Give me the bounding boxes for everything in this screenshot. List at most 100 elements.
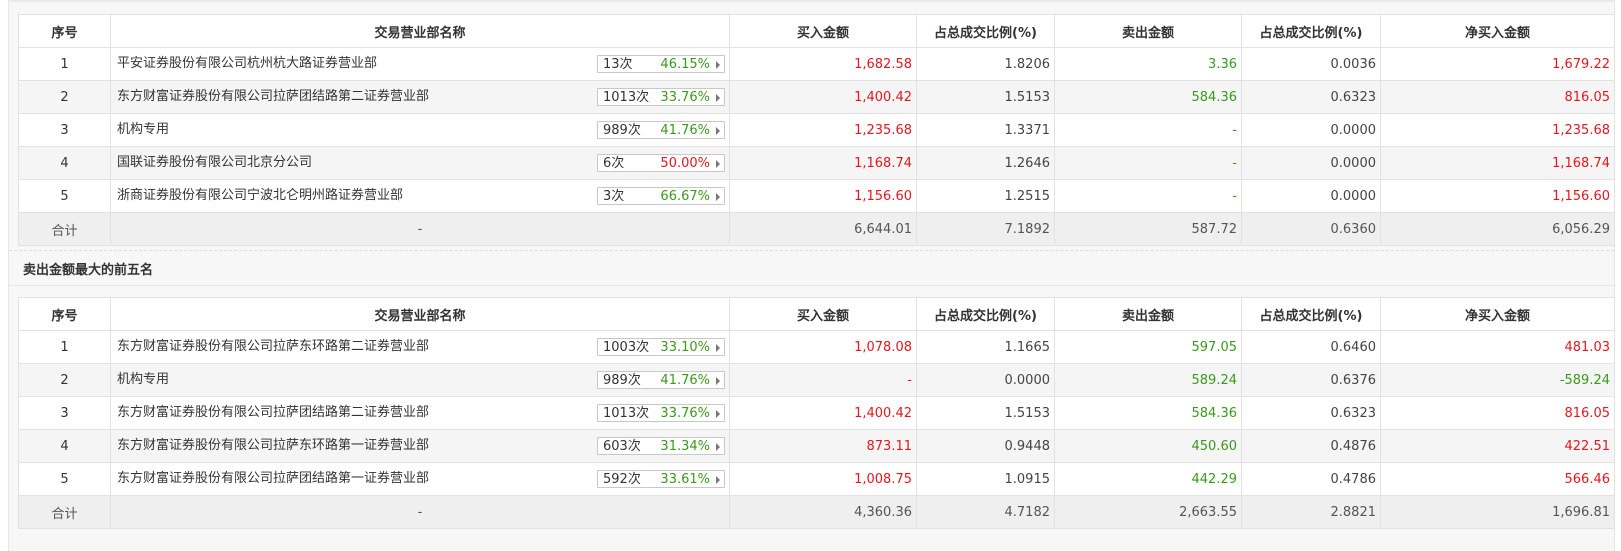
col-net-buy: 净买入金额 — [1380, 14, 1615, 48]
total-row: 合计 -4,360.36 4.7182 2,663.55 2.8821 1,696.81 — [18, 495, 1615, 529]
table-row: 3 机构专用 989次 41.76% 1,235.68 1.3371-0.0000 1,23… — [18, 113, 1615, 147]
table-row: 4 国联证券股份有限公司北京分公司 6次 50.00% 1,168.74 1.2646-0… — [18, 146, 1615, 180]
sell-amount: 584.36 — [1054, 396, 1242, 430]
net-buy-amount: 1,156.60 — [1380, 179, 1615, 213]
listing-times: 592次 — [603, 472, 641, 487]
table-row: 1 平安证券股份有限公司杭州杭大路证券营业部 13次 46.15% 1,682.58 1.… — [18, 47, 1615, 81]
win-rate: 50.00% — [660, 156, 710, 171]
win-rate: 33.10% — [660, 340, 710, 355]
branch-cell: 平安证券股份有限公司杭州杭大路证券营业部 13次 46.15% — [110, 47, 730, 81]
total-buy: 6,644.01 — [729, 212, 917, 246]
listing-times: 1003次 — [603, 340, 650, 355]
col-sell-amount: 卖出金额 — [1054, 297, 1242, 331]
branch-name[interactable]: 东方财富证券股份有限公司拉萨东环路第一证券营业部 — [117, 431, 429, 462]
net-buy-amount: 1,168.74 — [1380, 146, 1615, 180]
sell-amount: - — [1054, 179, 1242, 213]
history-badge[interactable]: 603次 31.34% — [597, 437, 725, 455]
row-index: 4 — [18, 146, 111, 180]
table-row: 1 东方财富证券股份有限公司拉萨东环路第二证券营业部 1003次 33.10% 1,07… — [18, 330, 1615, 364]
listing-times: 1013次 — [603, 90, 650, 105]
branch-cell: 东方财富证券股份有限公司拉萨团结路第二证券营业部 1013次 33.76% — [110, 80, 730, 114]
branch-cell: 机构专用 989次 41.76% — [110, 113, 730, 147]
sell-top-table: 序号 交易营业部名称 买入金额 占总成交比例(%) 卖出金额 占总成交比例(%)… — [18, 297, 1615, 529]
listing-times: 989次 — [603, 123, 641, 138]
branch-cell: 东方财富证券股份有限公司拉萨团结路第二证券营业部 1013次 33.76% — [110, 396, 730, 430]
branch-name[interactable]: 国联证券股份有限公司北京分公司 — [117, 148, 312, 179]
table-row: 5 东方财富证券股份有限公司拉萨团结路第一证券营业部 592次 33.61% 1,008… — [18, 462, 1615, 496]
buy-ratio: 1.2646 — [916, 146, 1055, 180]
sell-amount: 597.05 — [1054, 330, 1242, 364]
branch-name[interactable]: 东方财富证券股份有限公司拉萨团结路第二证券营业部 — [117, 398, 429, 429]
row-index: 3 — [18, 113, 111, 147]
total-buy-ratio: 7.1892 — [916, 212, 1055, 246]
sell-ratio: 0.6323 — [1241, 396, 1381, 430]
listing-times: 1013次 — [603, 406, 650, 421]
history-badge[interactable]: 592次 33.61% — [597, 470, 725, 488]
listing-times: 3次 — [603, 189, 625, 204]
branch-name[interactable]: 机构专用 — [117, 115, 169, 146]
win-rate: 41.76% — [660, 123, 710, 138]
history-badge[interactable]: 6次 50.00% — [597, 154, 725, 172]
history-badge[interactable]: 1013次 33.76% — [597, 88, 725, 106]
buy-ratio: 1.3371 — [916, 113, 1055, 147]
branch-name[interactable]: 东方财富证券股份有限公司拉萨团结路第一证券营业部 — [117, 464, 429, 495]
history-badge[interactable]: 989次 41.76% — [597, 121, 725, 139]
section-divider-bottom — [9, 285, 1614, 286]
listing-times: 603次 — [603, 439, 641, 454]
buy-amount: 1,008.75 — [729, 462, 917, 496]
col-sell-amount: 卖出金额 — [1054, 14, 1242, 48]
total-name: - — [110, 212, 730, 246]
sell-amount: 442.29 — [1054, 462, 1242, 496]
listing-times: 6次 — [603, 156, 625, 171]
net-buy-amount: 816.05 — [1380, 396, 1615, 430]
caret-right-icon — [716, 94, 720, 102]
net-buy-amount: 1,235.68 — [1380, 113, 1615, 147]
total-label: 合计 — [18, 212, 111, 246]
win-rate: 41.76% — [660, 373, 710, 388]
sell-ratio: 0.0000 — [1241, 113, 1381, 147]
net-buy-amount: -589.24 — [1380, 363, 1615, 397]
buy-amount: 1,400.42 — [729, 396, 917, 430]
caret-right-icon — [716, 160, 720, 168]
col-branch-name: 交易营业部名称 — [110, 14, 730, 48]
branch-cell: 浙商证券股份有限公司宁波北仑明州路证券营业部 3次 66.67% — [110, 179, 730, 213]
lhb-panel: 序号 交易营业部名称 买入金额 占总成交比例(%) 卖出金额 占总成交比例(%)… — [8, 0, 1615, 551]
buy-ratio: 1.0915 — [916, 462, 1055, 496]
total-net: 1,696.81 — [1380, 495, 1615, 529]
total-row: 合计 -6,644.01 7.1892 587.72 0.6360 6,056.29 — [18, 212, 1615, 246]
row-index: 2 — [18, 363, 111, 397]
col-branch-name: 交易营业部名称 — [110, 297, 730, 331]
branch-name[interactable]: 东方财富证券股份有限公司拉萨团结路第二证券营业部 — [117, 82, 429, 113]
history-badge[interactable]: 3次 66.67% — [597, 187, 725, 205]
table-row: 3 东方财富证券股份有限公司拉萨团结路第二证券营业部 1013次 33.76% 1,40… — [18, 396, 1615, 430]
total-net: 6,056.29 — [1380, 212, 1615, 246]
buy-amount: 1,682.58 — [729, 47, 917, 81]
buy-amount: 1,400.42 — [729, 80, 917, 114]
col-buy-amount: 买入金额 — [729, 297, 917, 331]
branch-name[interactable]: 平安证券股份有限公司杭州杭大路证券营业部 — [117, 49, 377, 80]
row-index: 2 — [18, 80, 111, 114]
history-badge[interactable]: 989次 41.76% — [597, 371, 725, 389]
branch-name[interactable]: 浙商证券股份有限公司宁波北仑明州路证券营业部 — [117, 181, 403, 212]
top-border — [9, 0, 1614, 2]
buy-ratio: 1.1665 — [916, 330, 1055, 364]
buy-amount: 1,168.74 — [729, 146, 917, 180]
buy-ratio: 0.9448 — [916, 429, 1055, 463]
col-buy-ratio: 占总成交比例(%) — [916, 297, 1055, 331]
sell-header-row: 序号 交易营业部名称 买入金额 占总成交比例(%) 卖出金额 占总成交比例(%)… — [18, 297, 1615, 331]
history-badge[interactable]: 1003次 33.10% — [597, 338, 725, 356]
win-rate: 33.76% — [660, 406, 710, 421]
branch-name[interactable]: 机构专用 — [117, 365, 169, 396]
sell-ratio: 0.4876 — [1241, 429, 1381, 463]
branch-cell: 东方财富证券股份有限公司拉萨团结路第一证券营业部 592次 33.61% — [110, 462, 730, 496]
branch-name[interactable]: 东方财富证券股份有限公司拉萨东环路第二证券营业部 — [117, 332, 429, 363]
sell-ratio: 0.0036 — [1241, 47, 1381, 81]
buy-amount: - — [729, 363, 917, 397]
table-row: 4 东方财富证券股份有限公司拉萨东环路第一证券营业部 603次 31.34% 873.1… — [18, 429, 1615, 463]
history-badge[interactable]: 13次 46.15% — [597, 55, 725, 73]
sell-amount: 3.36 — [1054, 47, 1242, 81]
sell-ratio: 0.6323 — [1241, 80, 1381, 114]
caret-right-icon — [716, 476, 720, 484]
history-badge[interactable]: 1013次 33.76% — [597, 404, 725, 422]
listing-times: 13次 — [603, 57, 633, 72]
